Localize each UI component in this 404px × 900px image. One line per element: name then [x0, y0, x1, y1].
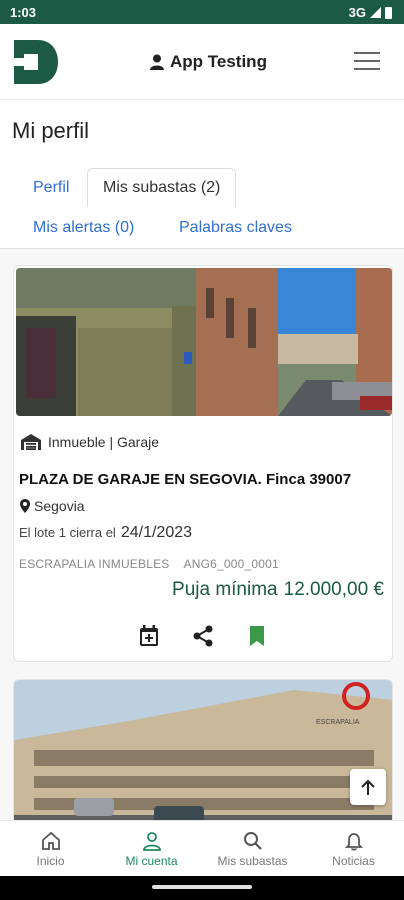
app-header: App Testing: [0, 24, 404, 100]
price-value: 12.000,00 €: [283, 579, 384, 600]
auction-card[interactable]: Inmueble | Garaje PLAZA DE GARAJE EN SEG…: [13, 265, 393, 662]
calendar-add-icon[interactable]: [137, 624, 161, 648]
status-icons: 3G: [349, 5, 392, 20]
page-title: Mi perfil: [12, 118, 90, 143]
close-prefix: El lote 1 cierra el: [19, 525, 116, 540]
app-logo[interactable]: [14, 40, 58, 84]
user-icon: [150, 54, 164, 70]
nav-noticias[interactable]: Noticias: [303, 821, 404, 876]
listing-price: Puja mínima 12.000,00 €: [172, 579, 384, 601]
nav-label-mi-cuenta: Mi cuenta: [125, 854, 178, 868]
price-label: Puja mínima: [172, 579, 278, 600]
auction-card-2[interactable]: ESCRAPALIA: [13, 679, 393, 820]
user-name: App Testing: [170, 52, 267, 71]
listing-seller: ESCRAPALIA INMUEBLES: [19, 557, 170, 571]
scroll-to-top-button[interactable]: [350, 769, 386, 805]
status-time: 1:03: [10, 5, 37, 20]
listing-location-row: Segovia: [20, 498, 85, 514]
home-indicator[interactable]: [152, 885, 252, 889]
tab-perfil[interactable]: Perfil: [33, 179, 69, 197]
bell-icon: [344, 833, 363, 851]
tab-mis-alertas[interactable]: Mis alertas (0): [33, 219, 134, 237]
card-actions: [14, 624, 392, 648]
share-icon[interactable]: [191, 624, 215, 648]
signal-icon: [370, 7, 381, 18]
listing-location: Segovia: [34, 498, 85, 514]
user-account[interactable]: App Testing: [150, 52, 267, 72]
listing-title[interactable]: PLAZA DE GARAJE EN SEGOVIA. Finca 39007: [19, 471, 351, 488]
listing-reference: ANG6_000_0001: [183, 557, 279, 571]
warehouse-icon: [21, 434, 41, 450]
person-icon: [142, 832, 161, 851]
listing-photo-2[interactable]: ESCRAPALIA: [14, 680, 393, 820]
nav-label-inicio: Inicio: [36, 854, 65, 868]
auction-list[interactable]: Inmueble | Garaje PLAZA DE GARAJE EN SEG…: [0, 249, 404, 820]
nav-label-mis-subastas: Mis subastas: [217, 854, 288, 868]
nav-inicio[interactable]: Inicio: [0, 821, 101, 876]
tab-palabras-claves[interactable]: Palabras claves: [179, 219, 292, 237]
listing-category-row: Inmueble | Garaje: [21, 434, 159, 450]
nav-mis-subastas[interactable]: Mis subastas: [202, 821, 303, 876]
search-icon: [243, 832, 262, 850]
nav-label-noticias: Noticias: [332, 854, 375, 868]
home-icon: [41, 831, 60, 850]
tab-mis-subastas[interactable]: Mis subastas (2): [87, 168, 237, 207]
bottom-nav: Inicio Mi cuenta Mis subastas Noticias: [0, 820, 404, 876]
bookmark-icon[interactable]: [245, 624, 269, 648]
nav-mi-cuenta[interactable]: Mi cuenta: [101, 821, 202, 876]
battery-icon: [385, 6, 392, 19]
network-type: 3G: [348, 5, 366, 20]
hamburger-menu-icon[interactable]: [354, 52, 380, 72]
listing-close-info: El lote 1 cierra el 24/1/2023: [19, 524, 192, 542]
listing-photo[interactable]: [16, 268, 392, 416]
listing-category: Inmueble | Garaje: [48, 434, 160, 450]
system-gesture-bar: [0, 876, 404, 900]
status-bar: 1:03 3G: [0, 0, 404, 24]
location-pin-icon: [20, 499, 30, 513]
watermark-text: ESCRAPALIA: [316, 719, 360, 726]
close-date: 24/1/2023: [120, 524, 193, 541]
arrow-up-icon: [361, 779, 375, 795]
listing-meta: ESCRAPALIA INMUEBLES ANG6_000_0001: [19, 557, 279, 571]
